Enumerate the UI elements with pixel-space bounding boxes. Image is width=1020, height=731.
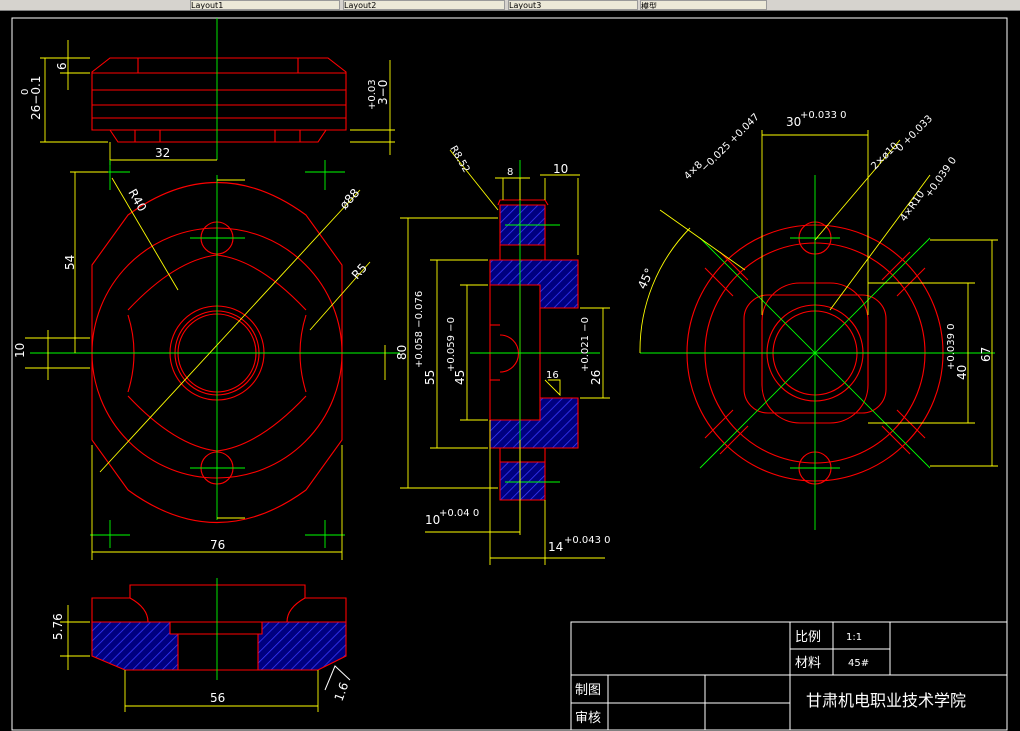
dim-76: 76 — [210, 538, 225, 552]
model-tab[interactable]: 模型 — [640, 0, 767, 10]
dim-40: 40 — [955, 365, 969, 380]
dim-d88: ø88 — [337, 186, 363, 212]
dim-14-tol: +0.043 0 — [564, 535, 611, 546]
dim-10-top: 10 — [553, 162, 568, 176]
dim-10-bottom-tol: +0.04 0 — [439, 508, 479, 519]
dim-54: 54 — [63, 255, 77, 270]
dim-4xr10-tol: +0.039 0 — [923, 155, 959, 199]
dim-55: 55 — [423, 370, 437, 385]
dim-r8: R8.52 — [447, 144, 471, 175]
drawing-canvas[interactable]: 6 0 26−0.1 +0.03 3−0 32 R40 ø88 R5 54 10… — [0, 11, 1020, 731]
dim-3: 3−0 — [376, 80, 390, 105]
roughness-16: 16 — [546, 370, 559, 381]
title-block: 比例 1:1 材料 45# 制图 审核 甘肃机电职业技术学院 — [570, 621, 1008, 731]
right-view: 30 +0.033 0 4×8 −0.025 +0.047 2×ø10 0 +0… — [635, 110, 998, 530]
dim-30: 30 — [786, 115, 801, 129]
dim-32: 32 — [155, 146, 170, 160]
dim-r5: R5 — [349, 261, 370, 282]
roughness-1-6: 1.6 — [332, 680, 352, 703]
layout-tab-1[interactable]: Layout1 — [190, 0, 340, 10]
section-view: R8.52 8 10 80 55 +0.058 −0.076 45 +0.059… — [395, 144, 611, 565]
material-label: 材料 — [795, 656, 821, 671]
checked-by-label: 审核 — [575, 711, 601, 726]
front-view: R40 ø88 R5 54 10 76 — [13, 160, 400, 560]
dim-26: 26 — [589, 370, 603, 385]
dim-r40: R40 — [125, 187, 149, 214]
dim-40-tol: +0.039 0 — [946, 323, 957, 370]
layout-tab-2[interactable]: Layout2 — [343, 0, 505, 10]
dim-10-bottom: 10 — [425, 513, 440, 527]
drawn-by-label: 制图 — [575, 683, 601, 698]
material-value: 45# — [848, 658, 869, 669]
dim-4xr10: 4×R10 — [898, 189, 927, 224]
dim-10: 10 — [13, 343, 27, 358]
scale-label: 比例 — [795, 630, 821, 645]
bottom-view: 5.76 56 1.6 — [51, 578, 351, 712]
dim-4x8-tol: −0.025 +0.047 — [699, 112, 761, 174]
dim-26: 26−0.1 — [29, 76, 43, 120]
dim-8: 8 — [507, 167, 513, 178]
dim-30-tol: +0.033 0 — [800, 110, 847, 121]
top-view: 6 0 26−0.1 +0.03 3−0 32 — [20, 18, 395, 165]
window-toolbar: Layout1 Layout2 Layout3 模型 — [0, 0, 1020, 11]
dim-14: 14 — [548, 540, 563, 554]
dim-80: 80 — [395, 345, 409, 360]
dim-26-tol: +0.021 −0 — [580, 317, 591, 372]
dim-6: 6 — [55, 62, 69, 70]
dim-45-deg: 45° — [635, 266, 657, 291]
dim-2x10-tol: 0 +0.033 — [894, 113, 935, 154]
dim-45-tol: +0.059 −0 — [446, 317, 457, 372]
dim-56: 56 — [210, 691, 225, 705]
dim-55-tol: +0.058 −0.076 — [414, 291, 425, 368]
dim-67: 67 — [979, 347, 993, 362]
scale-value: 1:1 — [846, 632, 862, 643]
dim-5-76: 5.76 — [51, 613, 65, 640]
school-name: 甘肃机电职业技术学院 — [806, 691, 966, 710]
layout-tab-3[interactable]: Layout3 — [508, 0, 638, 10]
